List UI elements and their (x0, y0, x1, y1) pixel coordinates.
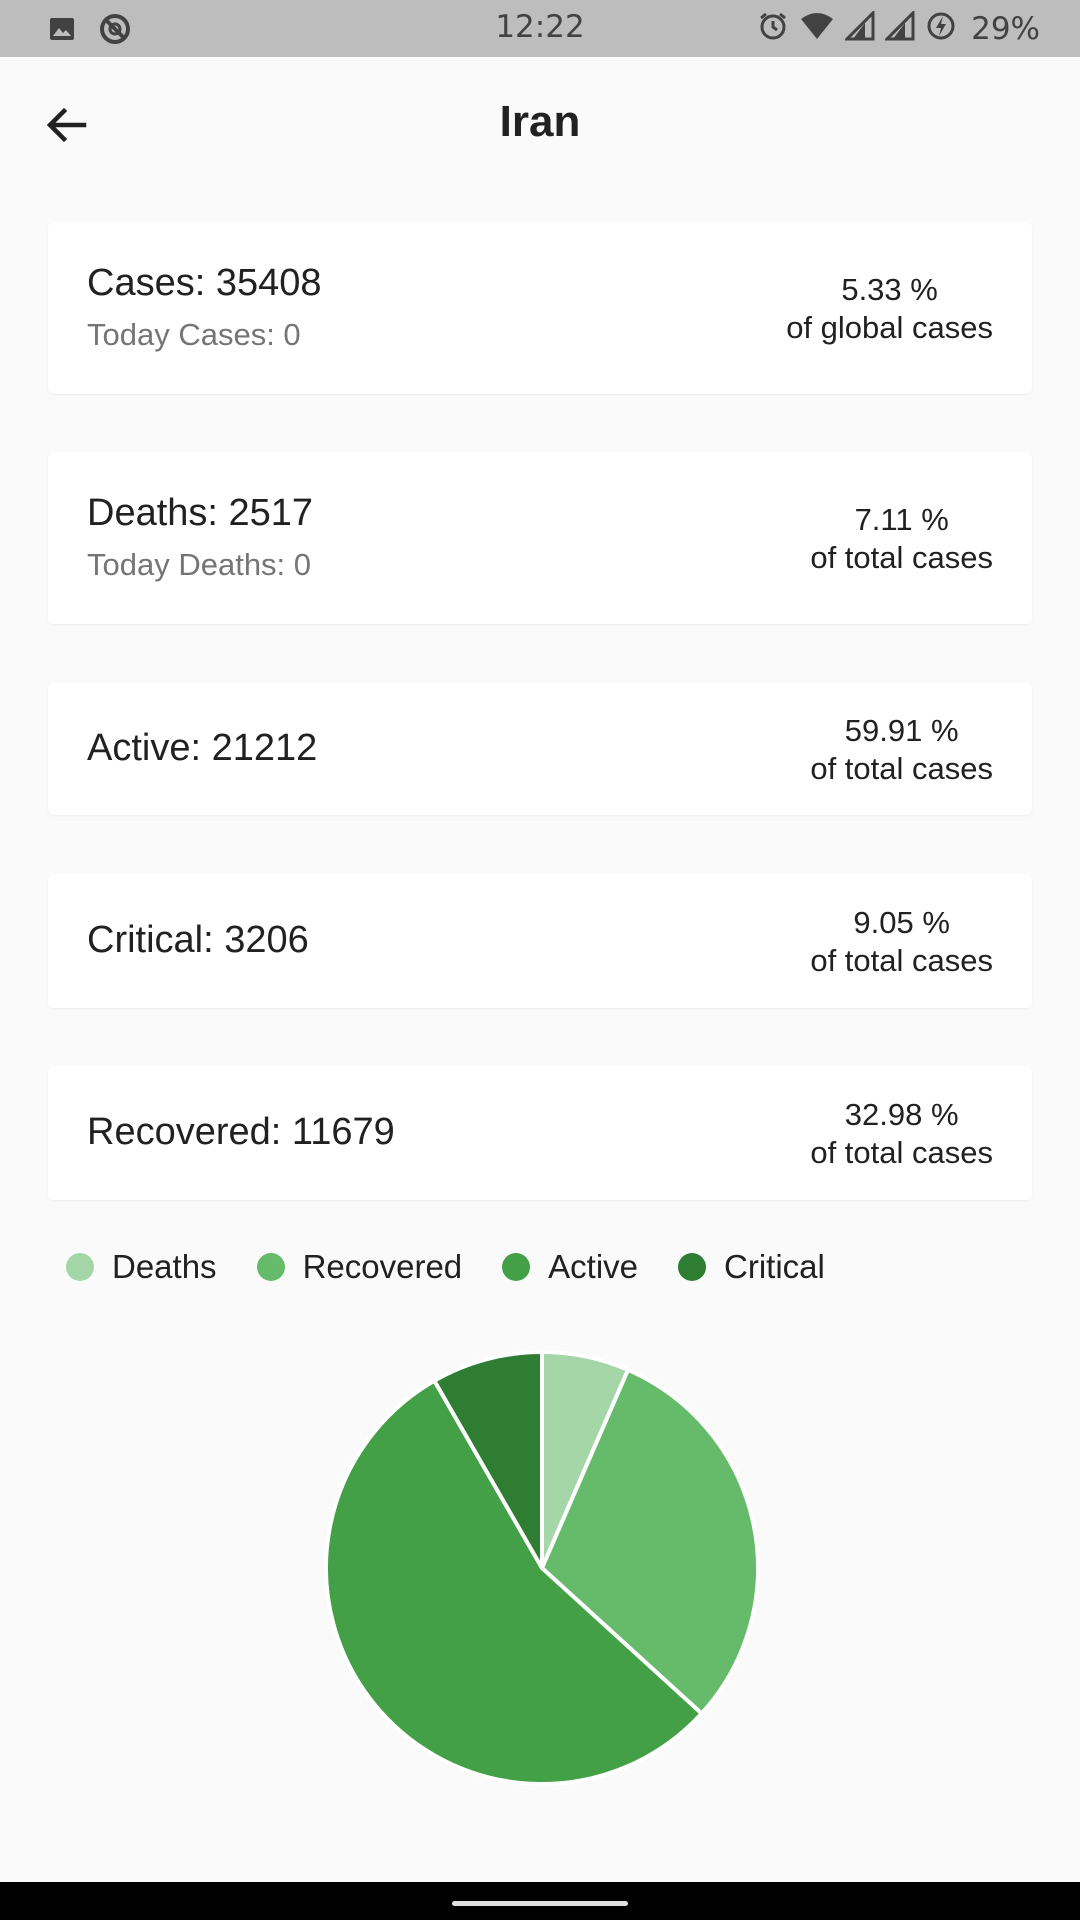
recovered-percentage: 32.98 % of total cases (810, 1096, 993, 1172)
cases-card: Cases: 35408 Today Cases: 0 5.33 % of gl… (48, 222, 1032, 394)
cases-percent-label: of global cases (786, 310, 993, 345)
deaths-total: Deaths: 2517 (87, 492, 314, 534)
cases-percent-value: 5.33 % (841, 272, 938, 307)
wifi-icon (799, 11, 835, 46)
legend-label: Active (548, 1248, 639, 1285)
legend-label: Deaths (112, 1248, 217, 1285)
active-total: Active: 21212 (87, 727, 318, 769)
legend-label: Recovered (302, 1248, 463, 1285)
legend-item-critical: Critical (678, 1248, 825, 1286)
critical-card: Critical: 3206 9.05 % of total cases (48, 874, 1032, 1008)
critical-percentage: 9.05 % of total cases (810, 904, 993, 980)
deaths-percent-label: of total cases (810, 540, 993, 575)
critical-total: Critical: 3206 (87, 919, 309, 961)
critical-percent-value: 9.05 % (853, 905, 950, 940)
deaths-card: Deaths: 2517 Today Deaths: 0 7.11 % of t… (48, 452, 1032, 624)
active-percent-label: of total cases (810, 751, 993, 786)
legend-label: Critical (724, 1248, 825, 1285)
app-bar: Iran (0, 57, 1080, 193)
legend-dot (66, 1253, 94, 1281)
cases-today: Today Cases: 0 (87, 317, 301, 352)
legend-item-deaths: Deaths (66, 1248, 217, 1286)
cases-percentage: 5.33 % of global cases (786, 271, 993, 347)
deaths-percentage: 7.11 % of total cases (810, 501, 993, 577)
page-title: Iran (499, 97, 581, 146)
chart-legend: Deaths Recovered Active Critical (66, 1248, 865, 1286)
battery-percent: 29% (971, 10, 1040, 47)
legend-item-active: Active (502, 1248, 638, 1286)
recovered-total: Recovered: 11679 (87, 1111, 395, 1153)
legend-item-recovered: Recovered (256, 1248, 463, 1286)
signal-icon (883, 9, 915, 46)
status-bar: 12:22 29% (0, 0, 1080, 57)
pie-chart (324, 1350, 760, 1786)
legend-dot (678, 1253, 707, 1281)
deaths-percent-value: 7.11 % (854, 502, 949, 537)
active-card: Active: 21212 59.91 % of total cases (48, 683, 1032, 815)
navigation-bar (0, 1882, 1080, 1920)
signal-icon (843, 9, 875, 46)
home-handle[interactable] (452, 1901, 628, 1906)
legend-dot (256, 1253, 285, 1281)
cases-total: Cases: 35408 (87, 262, 322, 304)
battery-charging-icon (925, 10, 957, 47)
active-percentage: 59.91 % of total cases (810, 712, 993, 788)
alarm-icon (757, 10, 789, 47)
recovered-percent-value: 32.98 % (844, 1097, 959, 1132)
deaths-today: Today Deaths: 0 (87, 547, 312, 582)
critical-percent-label: of total cases (810, 943, 993, 978)
legend-dot (502, 1253, 531, 1281)
active-percent-value: 59.91 % (844, 713, 959, 748)
recovered-card: Recovered: 11679 32.98 % of total cases (48, 1066, 1032, 1200)
recovered-percent-label: of total cases (810, 1135, 993, 1170)
